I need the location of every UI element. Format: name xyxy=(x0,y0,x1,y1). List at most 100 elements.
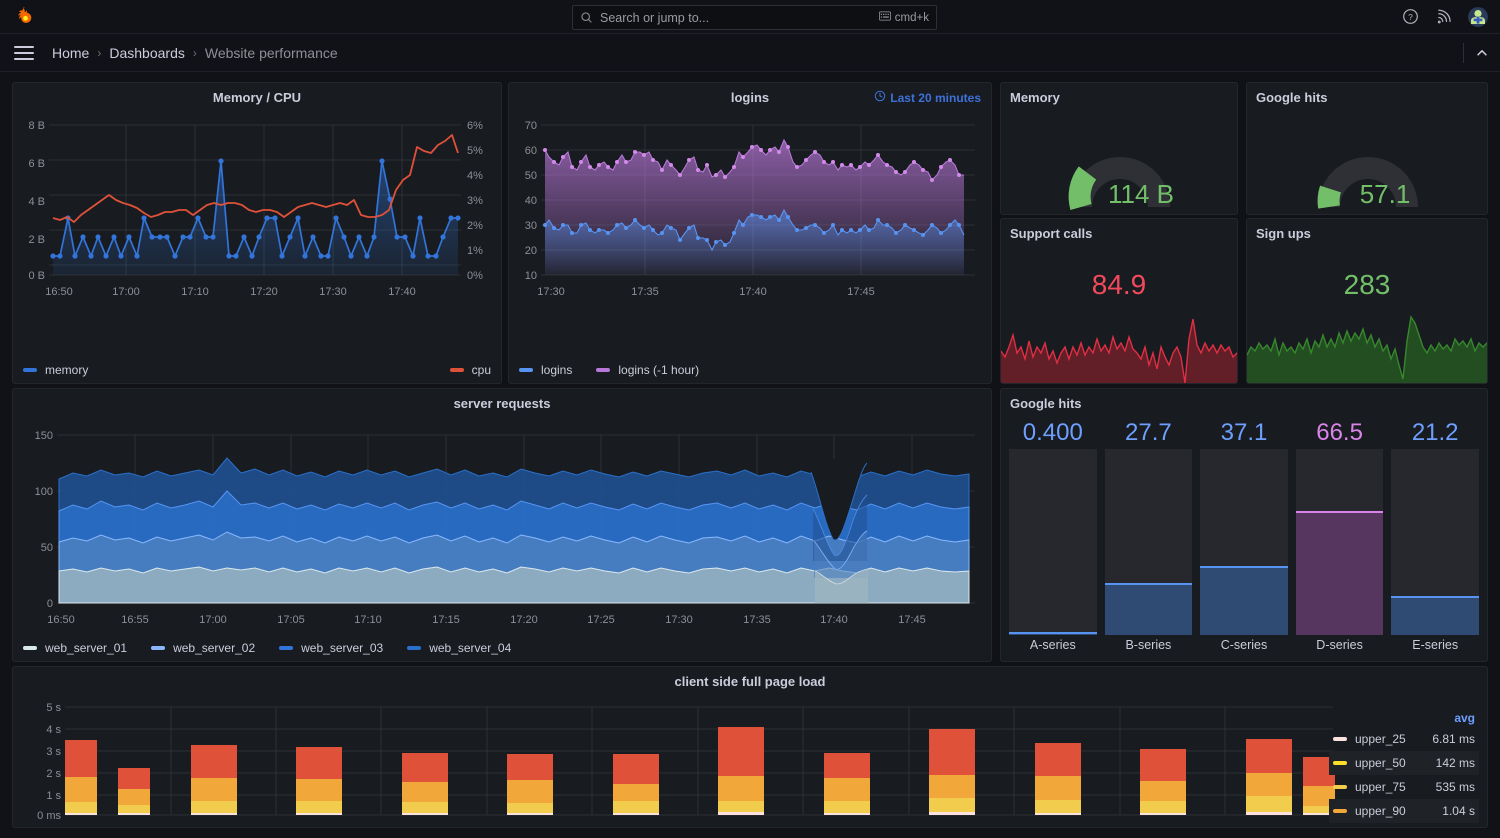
panel-server-requests[interactable]: server requests 150 100 50 0 16:50 16:55… xyxy=(12,388,992,662)
panel-logins[interactable]: logins Last 20 minutes 70 60 50 40 30 20… xyxy=(508,82,992,384)
svg-text:10: 10 xyxy=(525,270,537,282)
svg-text:17:05: 17:05 xyxy=(277,614,305,626)
breadcrumb-item-dashboards[interactable]: Dashboards xyxy=(109,45,185,61)
bargauge-cell-d[interactable]: 66.5 D-series xyxy=(1295,417,1384,655)
gauge-value-text: 57.1 xyxy=(1360,179,1411,209)
breadcrumb-item-home[interactable]: Home xyxy=(52,45,89,61)
legend-row[interactable]: upper_90 1.04 s xyxy=(1329,799,1479,823)
legend-label: upper_95 xyxy=(1355,823,1442,827)
panel-title: Sign ups xyxy=(1256,226,1311,241)
search-input[interactable]: Search or jump to... cmd+k xyxy=(572,5,937,30)
news-rss-icon[interactable] xyxy=(1435,8,1452,25)
panel-sign-ups[interactable]: Sign ups 283 xyxy=(1246,218,1488,384)
svg-text:0%: 0% xyxy=(467,270,483,282)
legend-label: logins (-1 hour) xyxy=(618,363,700,377)
bargauge-track xyxy=(1104,449,1193,635)
panel-google-hits-gauge[interactable]: Google hits 57.1 57.1 xyxy=(1246,82,1488,215)
bargauge-track xyxy=(1391,449,1479,635)
bar-group xyxy=(65,727,1335,815)
user-avatar[interactable] xyxy=(1468,6,1488,27)
svg-text:17:35: 17:35 xyxy=(631,286,659,298)
legend-item-cpu[interactable]: cpu xyxy=(449,363,491,377)
bargauge-value: 27.7 xyxy=(1125,419,1172,446)
legend-label: upper_90 xyxy=(1355,804,1406,818)
gauge-value-text: 114 B xyxy=(1108,179,1174,209)
panel-title: Google hits xyxy=(1010,396,1082,411)
server-requests-chart: 150 100 50 0 16:50 16:55 17:00 17:05 17:10 17:… xyxy=(35,430,975,626)
svg-text:17:20: 17:20 xyxy=(510,614,538,626)
svg-text:17:10: 17:10 xyxy=(354,614,382,626)
legend-item-web-server-03[interactable]: web_server_03 xyxy=(279,641,383,655)
grafana-logo-icon[interactable] xyxy=(14,6,36,28)
panel-google-hits-bars[interactable]: Google hits 0.400 A-series 27.7 B-series… xyxy=(1000,388,1488,662)
svg-text:8 B: 8 B xyxy=(28,120,45,132)
bargauge-label: B-series xyxy=(1125,638,1172,652)
legend-row[interactable]: upper_75 535 ms xyxy=(1329,775,1479,799)
svg-text:17:40: 17:40 xyxy=(388,286,416,298)
panel-title: server requests xyxy=(453,396,551,411)
breadcrumb-separator: › xyxy=(192,45,197,60)
panel-legend: logins logins (-1 hour) xyxy=(519,363,981,377)
svg-text:4 s: 4 s xyxy=(46,724,61,736)
legend-row[interactable]: upper_25 6.81 ms xyxy=(1329,727,1479,751)
panel-memory-gauge[interactable]: Memory 114 B 114 B xyxy=(1000,82,1238,215)
legend-swatch xyxy=(596,368,611,372)
bargauge-fill xyxy=(1009,632,1097,635)
legend-label: upper_50 xyxy=(1355,756,1406,770)
panel-legend: memory cpu xyxy=(23,363,491,377)
search-shortcut-label: cmd+k xyxy=(894,11,929,24)
memory-cpu-chart: 8 B 6 B 4 B 2 B 0 B 6% 5% 4% 3% 2% 1% 0% 16:5… xyxy=(28,120,483,298)
legend-label: web_server_02 xyxy=(173,641,256,655)
panel-time-range-badge[interactable]: Last 20 minutes xyxy=(874,90,981,105)
svg-text:17:40: 17:40 xyxy=(820,614,848,626)
breadcrumb: Home › Dashboards › Website performance xyxy=(52,45,338,61)
legend-row[interactable]: upper_95 1.46 s xyxy=(1329,823,1479,827)
bargauge-fill xyxy=(1104,583,1193,635)
bargauge-cell-e[interactable]: 21.2 E-series xyxy=(1391,417,1479,655)
svg-text:50: 50 xyxy=(525,170,537,182)
legend-item-memory[interactable]: memory xyxy=(23,363,88,377)
legend-swatch xyxy=(23,646,37,650)
legend-item-logins[interactable]: logins xyxy=(519,363,572,377)
legend-value: 1.04 s xyxy=(1442,804,1475,818)
panel-memory-cpu[interactable]: Memory / CPU 8 B 6 B 4 B 2 B 0 B 6% 5% 4… xyxy=(12,82,502,384)
panel-legend: web_server_01 web_server_02 web_server_0… xyxy=(23,641,981,655)
svg-text:17:10: 17:10 xyxy=(181,286,209,298)
panel-legend-table: avg upper_25 6.81 ms upper_50 142 ms upp… xyxy=(1329,709,1479,827)
legend-label: web_server_03 xyxy=(301,641,384,655)
legend-label: cpu xyxy=(471,363,491,377)
legend-item-web-server-01[interactable]: web_server_01 xyxy=(23,641,127,655)
svg-text:2 s: 2 s xyxy=(46,768,61,780)
svg-text:17:30: 17:30 xyxy=(665,614,693,626)
logins-chart: 70 60 50 40 30 20 10 17:30 17:35 17:40 17:45 xyxy=(525,120,975,298)
legend-swatch xyxy=(449,368,464,372)
help-icon[interactable]: ? xyxy=(1402,8,1419,25)
svg-text:17:35: 17:35 xyxy=(743,614,771,626)
legend-row[interactable]: upper_50 142 ms xyxy=(1329,751,1479,775)
legend-item-web-server-02[interactable]: web_server_02 xyxy=(151,641,255,655)
bargauge-label: C-series xyxy=(1220,638,1268,652)
hamburger-menu-icon[interactable] xyxy=(14,45,34,60)
bargauge-track xyxy=(1295,449,1384,635)
bargauge-fill xyxy=(1200,566,1288,635)
breadcrumb-item-current: Website performance xyxy=(204,44,338,61)
legend-swatch xyxy=(1333,737,1347,741)
legend-value: 142 ms xyxy=(1435,756,1475,770)
bargauge-cell-b[interactable]: 27.7 B-series xyxy=(1104,417,1193,655)
svg-text:17:30: 17:30 xyxy=(319,286,347,298)
panel-page-load[interactable]: client side full page load 5 s 4 s 3 s 2… xyxy=(12,666,1488,828)
svg-text:17:45: 17:45 xyxy=(847,286,875,298)
legend-item-web-server-04[interactable]: web_server_04 xyxy=(407,641,511,655)
top-navbar: Search or jump to... cmd+k ? xyxy=(0,0,1500,34)
svg-text:17:15: 17:15 xyxy=(432,614,460,626)
panel-support-calls[interactable]: Support calls 84.9 xyxy=(1000,218,1238,384)
legend-label: logins xyxy=(541,363,573,377)
chevron-up-icon[interactable] xyxy=(1464,34,1500,72)
bargauge-cell-a[interactable]: 0.400 A-series xyxy=(1009,417,1097,655)
bargauge-cell-c[interactable]: 37.1 C-series xyxy=(1200,417,1288,655)
legend-swatch xyxy=(151,646,166,650)
panel-title: Support calls xyxy=(1010,226,1093,241)
legend-item-logins-1h[interactable]: logins (-1 hour) xyxy=(596,363,699,377)
bargauge-fill xyxy=(1391,595,1479,635)
bargauge-fill xyxy=(1295,511,1384,635)
